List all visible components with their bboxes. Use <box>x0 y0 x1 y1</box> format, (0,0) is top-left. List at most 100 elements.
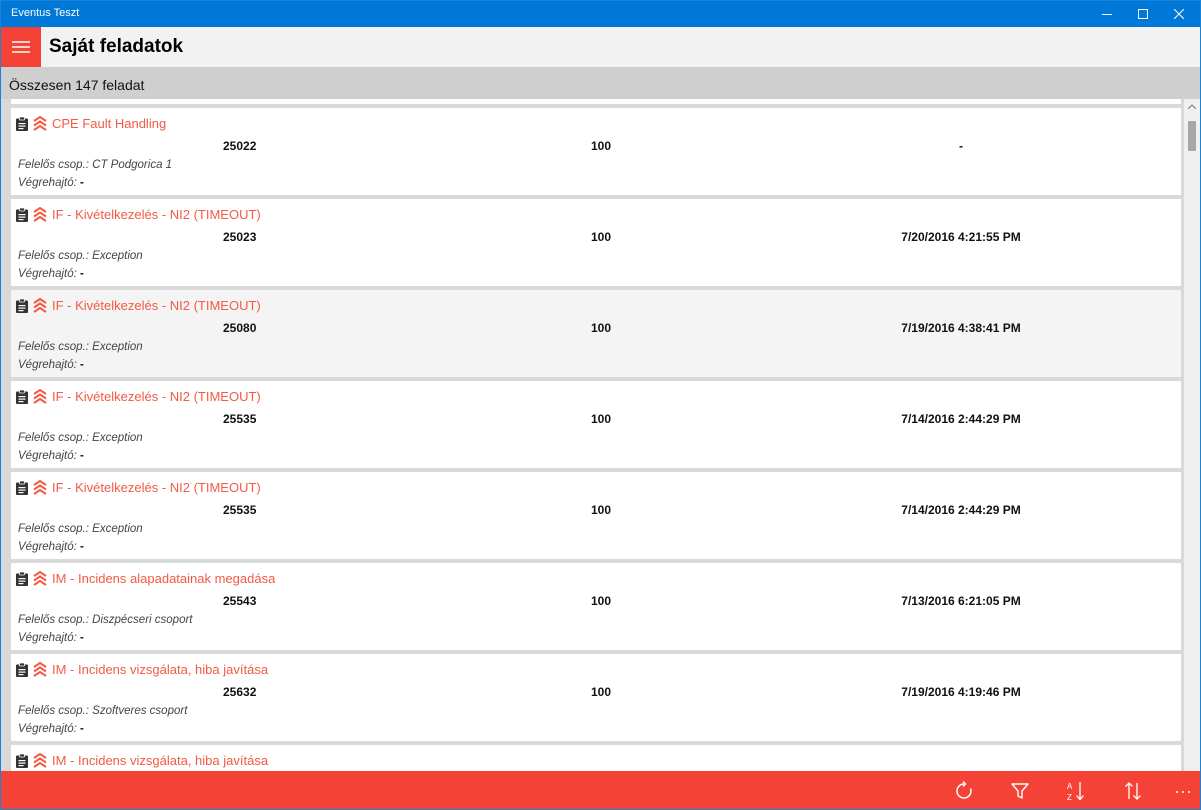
clipboard-icon <box>16 389 28 404</box>
more-button[interactable] <box>1171 779 1195 803</box>
task-percent: 100 <box>591 685 612 699</box>
group-label: Felelős csop.: <box>18 341 93 353</box>
priority-chevrons-icon <box>33 115 47 131</box>
clipboard-icon <box>16 116 28 131</box>
refresh-button[interactable] <box>952 779 976 803</box>
task-group: Felelős csop.: Exception <box>18 432 143 444</box>
task-id: 25632 <box>223 685 257 699</box>
task-list-item[interactable]: IF - Kivételkezelés - NI2 (TIMEOUT) 25535… <box>11 381 1181 468</box>
executor-label: Végrehajtó: <box>18 268 81 280</box>
executor-value: - <box>80 177 84 189</box>
task-group: Felelős csop.: Exception <box>18 523 143 535</box>
task-list-item[interactable]: IM - Incidens alapadatainak megadása 2554… <box>11 563 1181 650</box>
hamburger-icon <box>12 41 30 53</box>
task-list-item[interactable]: IF - Kivételkezelés - NI2 (TIMEOUT) 25080… <box>11 290 1181 377</box>
task-percent: 100 <box>591 321 612 335</box>
task-executor: Végrehajtó: - <box>18 268 84 280</box>
task-id: 25080 <box>223 321 257 335</box>
task-group: Felelős csop.: Diszpécseri csoport <box>18 614 193 626</box>
task-list-content: CPE Fault Handling 25022 100 - Felelős csop.… <box>11 99 1181 771</box>
task-name[interactable]: IF - Kivételkezelés - NI2 (TIMEOUT) <box>52 480 261 495</box>
task-percent: 100 <box>591 594 612 608</box>
group-label: Felelős csop.: <box>18 159 93 171</box>
priority-chevrons-icon <box>33 661 47 677</box>
task-id: 25535 <box>223 503 257 517</box>
sort-az-icon: A Z <box>1067 782 1084 802</box>
executor-label: Végrehajtó: <box>18 541 81 553</box>
executor-label: Végrehajtó: <box>18 632 81 644</box>
task-count: Összesen 147 feladat <box>9 77 145 93</box>
maximize-icon <box>1138 9 1148 19</box>
executor-value: - <box>80 632 84 644</box>
task-group: Felelős csop.: CT Podgorica 1 <box>18 159 172 171</box>
partial-list-item <box>11 99 1181 104</box>
clipboard-icon <box>16 753 28 768</box>
task-list-item[interactable]: IM - Incidens vizsgálata, hiba javítása <box>11 745 1181 771</box>
svg-text:A: A <box>1067 782 1073 791</box>
minimize-icon <box>1102 14 1112 15</box>
task-name[interactable]: IM - Incidens alapadatainak megadása <box>52 571 275 586</box>
executor-label: Végrehajtó: <box>18 359 81 371</box>
task-name[interactable]: IF - Kivételkezelés - NI2 (TIMEOUT) <box>52 298 261 313</box>
priority-chevrons-icon <box>33 388 47 404</box>
task-id: 25023 <box>223 230 257 244</box>
task-list-item[interactable]: IF - Kivételkezelés - NI2 (TIMEOUT) 25535… <box>11 472 1181 559</box>
task-id: 25535 <box>223 412 257 426</box>
svg-text:Z: Z <box>1067 793 1072 802</box>
scroll-up-button[interactable] <box>1184 99 1200 113</box>
filter-button[interactable] <box>1008 779 1032 803</box>
task-date: 7/13/2016 6:21:05 PM <box>901 594 1021 608</box>
refresh-icon <box>956 781 972 799</box>
task-group: Felelős csop.: Exception <box>18 250 143 262</box>
sort-az-button[interactable]: A Z <box>1064 779 1088 803</box>
task-list-item[interactable]: IM - Incidens vizsgálata, hiba javítása 2… <box>11 654 1181 741</box>
vertical-scrollbar[interactable] <box>1184 99 1200 771</box>
priority-chevrons-icon <box>33 206 47 222</box>
task-list-item[interactable]: IF - Kivételkezelés - NI2 (TIMEOUT) 25023… <box>11 199 1181 286</box>
task-date: - <box>959 139 963 153</box>
clipboard-icon <box>16 298 28 313</box>
task-group: Felelős csop.: Exception <box>18 341 143 353</box>
task-percent: 100 <box>591 503 612 517</box>
page-title: Saját feladatok <box>49 36 184 57</box>
sort-direction-button[interactable] <box>1121 779 1145 803</box>
group-label: Felelős csop.: <box>18 614 93 626</box>
task-name[interactable]: IF - Kivételkezelés - NI2 (TIMEOUT) <box>52 389 261 404</box>
task-id: 25022 <box>223 139 257 153</box>
task-executor: Végrehajtó: - <box>18 632 84 644</box>
task-executor: Végrehajtó: - <box>18 723 84 735</box>
task-date: 7/19/2016 4:19:46 PM <box>901 685 1021 699</box>
page-header: Saját feladatok <box>1 27 1200 67</box>
task-name[interactable]: CPE Fault Handling <box>52 116 166 131</box>
task-name[interactable]: IM - Incidens vizsgálata, hiba javítása <box>52 662 268 677</box>
executor-value: - <box>80 541 84 553</box>
sort-direction-icon <box>1125 782 1141 800</box>
task-name[interactable]: IM - Incidens vizsgálata, hiba javítása <box>52 753 268 768</box>
group-value: Exception <box>92 432 143 444</box>
group-value: Szoftveres csoport <box>92 705 188 717</box>
group-label: Felelős csop.: <box>18 523 93 535</box>
task-date: 7/20/2016 4:21:55 PM <box>901 230 1021 244</box>
more-icon <box>1176 791 1190 793</box>
executor-value: - <box>80 268 84 280</box>
clipboard-icon <box>16 571 28 586</box>
task-id: 25543 <box>223 594 257 608</box>
task-executor: Végrehajtó: - <box>18 541 84 553</box>
executor-label: Végrehajtó: <box>18 450 81 462</box>
executor-value: - <box>80 359 84 371</box>
task-percent: 100 <box>591 230 612 244</box>
priority-chevrons-icon <box>33 479 47 495</box>
group-value: Exception <box>92 250 143 262</box>
task-list[interactable]: CPE Fault Handling 25022 100 - Felelős csop.… <box>1 99 1200 771</box>
title-bar: Eventus Teszt <box>1 1 1200 27</box>
task-percent: 100 <box>591 139 612 153</box>
close-button[interactable] <box>1156 1 1200 27</box>
task-group: Felelős csop.: Szoftveres csoport <box>18 705 187 717</box>
hamburger-menu-button[interactable] <box>1 27 41 67</box>
scroll-thumb[interactable] <box>1188 121 1196 151</box>
priority-chevrons-icon <box>33 297 47 313</box>
task-list-item[interactable]: CPE Fault Handling 25022 100 - Felelős csop.… <box>11 108 1181 195</box>
filter-icon <box>1011 783 1029 799</box>
chevron-up-icon <box>1188 103 1196 109</box>
task-name[interactable]: IF - Kivételkezelés - NI2 (TIMEOUT) <box>52 207 261 222</box>
